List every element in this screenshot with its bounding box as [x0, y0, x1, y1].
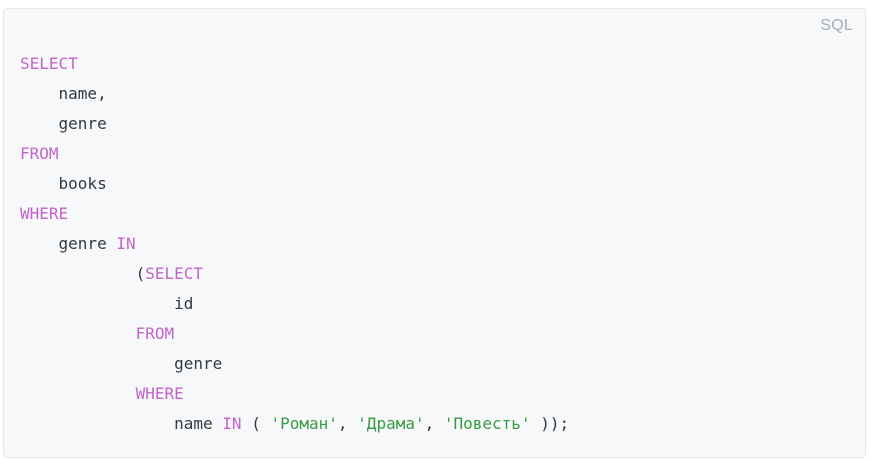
- code-line: name IN ( 'Роман', 'Драма', 'Повесть' ))…: [20, 409, 569, 439]
- sql-identifier: name: [174, 414, 223, 433]
- code-line: WHERE: [20, 199, 569, 229]
- code-line: WHERE: [20, 379, 569, 409]
- code-line: name,: [20, 79, 569, 109]
- code-line: (SELECT: [20, 259, 569, 289]
- sql-punctuation: (: [135, 264, 146, 283]
- sql-string: 'Роман': [270, 414, 338, 433]
- sql-identifier: id: [174, 294, 194, 313]
- language-label: SQL: [820, 17, 853, 34]
- sql-punctuation: ,: [337, 414, 358, 433]
- sql-keyword: SELECT: [20, 54, 78, 73]
- sql-identifier: genre: [58, 234, 117, 253]
- sql-keyword: FROM: [20, 144, 59, 163]
- sql-string: 'Повесть': [443, 414, 531, 433]
- sql-identifier: books: [58, 174, 107, 193]
- sql-keyword: WHERE: [20, 204, 69, 223]
- code-line: genre: [20, 349, 569, 379]
- code-line: books: [20, 169, 569, 199]
- sql-string: 'Драма': [357, 414, 425, 433]
- page: SQL SELECT name, genre FROM books WHERE ge…: [0, 0, 871, 461]
- sql-identifier: genre: [174, 354, 223, 373]
- sql-punctuation: (: [241, 414, 271, 433]
- sql-identifier: genre: [58, 114, 107, 133]
- code-line: FROM: [20, 139, 569, 169]
- code-line: FROM: [20, 319, 569, 349]
- sql-keyword: IN: [116, 234, 136, 253]
- sql-keyword: WHERE: [135, 384, 184, 403]
- code-line: SELECT: [20, 49, 569, 79]
- code-content[interactable]: SELECT name, genre FROM books WHERE genre …: [20, 49, 569, 439]
- code-line: genre: [20, 109, 569, 139]
- code-block: SQL SELECT name, genre FROM books WHERE ge…: [3, 8, 866, 458]
- sql-keyword: IN: [222, 414, 242, 433]
- code-line: genre IN: [20, 229, 569, 259]
- sql-keyword: SELECT: [145, 264, 204, 283]
- sql-punctuation: ));: [530, 414, 570, 433]
- sql-punctuation: ,: [424, 414, 444, 433]
- code-line: id: [20, 289, 569, 319]
- sql-keyword: FROM: [135, 324, 175, 343]
- sql-identifier: name,: [58, 84, 107, 103]
